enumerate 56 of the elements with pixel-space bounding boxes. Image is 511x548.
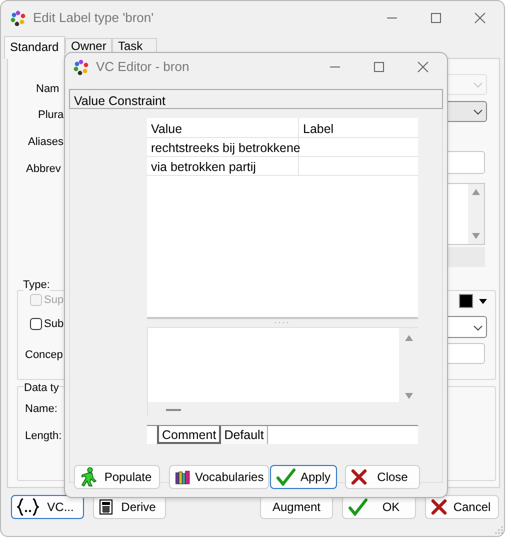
checkbox-label: Sup (44, 293, 64, 308)
column-header: Value (147, 118, 299, 137)
dialog-button[interactable]: Cancel (425, 495, 499, 519)
checkbox[interactable] (30, 318, 42, 330)
section-header: Value Constraint (69, 89, 443, 109)
tab[interactable]: Owner (65, 38, 112, 53)
window-title: VC Editor - bron (96, 58, 190, 76)
checkbox-label: Sub (44, 317, 64, 332)
cross-icon (351, 469, 367, 485)
maximize-icon[interactable] (373, 61, 385, 73)
caret-icon[interactable] (479, 299, 487, 304)
dialog-button[interactable]: Close (345, 465, 420, 489)
braces-icon (17, 498, 39, 516)
field-label: Plura (38, 108, 64, 123)
tab[interactable]: Comment (157, 426, 222, 444)
field-label: Concep (25, 348, 63, 363)
column-header: Label (302, 121, 335, 137)
books-icon (175, 470, 191, 484)
calculator-icon (99, 499, 113, 515)
table-cell: via betrokken partij (147, 157, 299, 175)
window-title: Edit Label type 'bron' (33, 8, 154, 27)
field-label: Abbrev (26, 162, 61, 177)
scroll-up-icon[interactable] (472, 189, 480, 195)
field-label: Nam (36, 82, 60, 97)
scrollbar[interactable] (468, 184, 484, 244)
cross-icon (431, 499, 447, 515)
dialog-button[interactable]: Apply (270, 465, 337, 489)
maximize-icon[interactable] (430, 12, 442, 24)
scroll-up-icon[interactable] (405, 335, 413, 341)
tab[interactable]: Task (112, 38, 157, 53)
app-icon (73, 59, 89, 75)
chevron-icon (473, 82, 483, 88)
chevron-icon (473, 325, 483, 331)
walker-icon (80, 467, 98, 487)
group-title: Type: (23, 277, 50, 294)
group-title: Data ty (24, 380, 59, 396)
close-icon[interactable] (417, 61, 429, 73)
table-cell: rechtstreeks bij betrokkene (147, 138, 299, 156)
check-icon (276, 468, 296, 486)
close-icon[interactable] (474, 12, 486, 24)
color-swatch[interactable] (459, 294, 473, 308)
field-label: Aliases (28, 135, 64, 150)
dialog-button[interactable]: Populate (74, 465, 160, 489)
tab[interactable]: Default (221, 426, 268, 444)
scroll-down-icon[interactable] (472, 233, 480, 239)
app-icon (10, 10, 26, 26)
field-label: Length: (25, 429, 62, 444)
check-icon (348, 498, 368, 516)
scroll-thumb[interactable] (166, 409, 181, 411)
dialog-button[interactable]: VC... (11, 495, 84, 519)
resize-grip-icon[interactable] (495, 526, 503, 534)
chevron-icon (473, 109, 483, 115)
tab[interactable]: Standard (4, 36, 65, 59)
dialog-button[interactable]: Vocabularies (169, 465, 269, 489)
scroll-down-icon[interactable] (405, 393, 413, 399)
field-label: Name: (25, 402, 58, 417)
